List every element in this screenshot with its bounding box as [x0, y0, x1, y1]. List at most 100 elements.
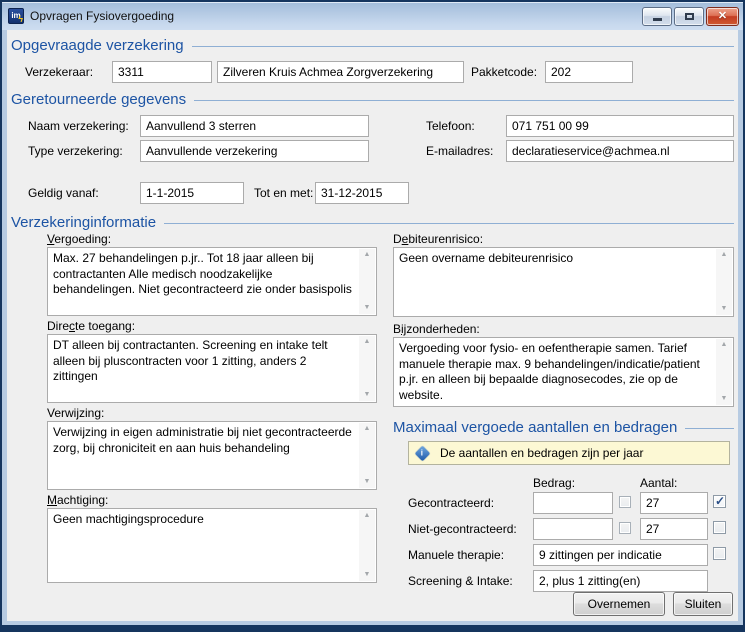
niet-gecontracteerd-aantal-checkbox[interactable] — [713, 521, 726, 534]
minimize-icon — [653, 18, 662, 21]
dialog-window: im ϟ Opvragen Fysiovergoeding ✕ Opgevraa… — [0, 0, 745, 632]
scroll-down-icon: ▼ — [364, 571, 371, 579]
manuele-therapie-label: Manuele therapie: — [408, 548, 504, 562]
scroll-up-icon: ▲ — [721, 251, 728, 259]
scroll-down-icon: ▼ — [364, 478, 371, 486]
maximize-icon — [685, 13, 694, 20]
directe-toegang-textbox[interactable]: DT alleen bij contractanten. Screening e… — [47, 334, 377, 403]
section-divider — [192, 46, 734, 47]
section-divider — [685, 428, 734, 429]
bijzonderheden-textbox[interactable]: Vergoeding voor fysio- en oefentherapie … — [393, 337, 734, 407]
scroll-down-icon: ▼ — [364, 304, 371, 312]
verzekeraar-naam-input[interactable] — [217, 61, 464, 83]
app-icon: im ϟ — [8, 8, 24, 24]
scroll-down-icon: ▼ — [721, 395, 728, 403]
section-title-geretourneerde: Geretourneerde gegevens — [11, 91, 186, 108]
scroll-up-icon: ▲ — [364, 251, 371, 259]
close-button[interactable]: ✕ — [706, 7, 739, 26]
screening-intake-input[interactable] — [533, 570, 708, 592]
pakketcode-input[interactable] — [545, 61, 633, 83]
naam-verzekering-input[interactable] — [140, 115, 369, 137]
geldig-vanaf-label: Geldig vanaf: — [28, 186, 99, 200]
machtiging-textbox[interactable]: Geen machtigingsprocedure ▲ ▼ — [47, 508, 377, 583]
scroll-up-icon: ▲ — [364, 338, 371, 346]
window-controls: ✕ — [642, 7, 739, 26]
type-verzekering-label: Type verzekering: — [28, 144, 123, 158]
maximize-button[interactable] — [674, 7, 704, 26]
gecontracteerd-aantal-input[interactable] — [640, 492, 708, 514]
geldig-vanaf-input[interactable] — [140, 182, 244, 204]
email-input[interactable] — [506, 140, 734, 162]
manuele-therapie-input[interactable] — [533, 544, 708, 566]
bedrag-column-header: Bedrag: — [533, 476, 575, 490]
scroll-down-icon: ▼ — [721, 305, 728, 313]
bijzonderheden-scrollbar[interactable]: ▲ ▼ — [716, 339, 732, 405]
verzekeraar-code-input[interactable] — [112, 61, 212, 83]
debiteurenrisico-scrollbar[interactable]: ▲ ▼ — [716, 249, 732, 315]
machtiging-label: Machtiging: — [47, 493, 108, 507]
directe-toegang-text: DT alleen bij contractanten. Screening e… — [53, 338, 354, 385]
vergoeding-text: Max. 27 behandelingen p.jr.. Tot 18 jaar… — [53, 251, 354, 298]
debiteurenrisico-text: Geen overname debiteurenrisico — [399, 251, 711, 267]
verwijzing-text: Verwijzing in eigen administratie bij ni… — [53, 425, 354, 456]
telefoon-input[interactable] — [506, 115, 734, 137]
section-title-opgevraagde: Opgevraagde verzekering — [11, 37, 184, 54]
info-icon: i — [415, 445, 431, 461]
notice-banner: i De aantallen en bedragen zijn per jaar — [408, 441, 730, 465]
aantal-column-header: Aantal: — [640, 476, 677, 490]
bijzonderheden-text: Vergoeding voor fysio- en oefentherapie … — [399, 341, 711, 403]
app-logo-bolt-icon: ϟ — [18, 15, 23, 24]
telefoon-label: Telefoon: — [426, 119, 475, 133]
section-divider — [164, 223, 734, 224]
vergoeding-textbox[interactable]: Max. 27 behandelingen p.jr.. Tot 18 jaar… — [47, 247, 377, 316]
gecontracteerd-label: Gecontracteerd: — [408, 496, 494, 510]
debiteurenrisico-textbox[interactable]: Geen overname debiteurenrisico ▲ ▼ — [393, 247, 734, 317]
scroll-up-icon: ▲ — [364, 425, 371, 433]
sluiten-button[interactable]: Sluiten — [673, 592, 733, 616]
bijzonderheden-label: Bijzonderheden: — [393, 322, 480, 336]
overnemen-button[interactable]: Overnemen — [573, 592, 665, 616]
section-title-verzekeringinformatie: Verzekeringinformatie — [11, 214, 156, 231]
verwijzing-label: Verwijzing: — [47, 406, 104, 420]
niet-gecontracteerd-label: Niet-gecontracteerd: — [408, 522, 517, 536]
pakketcode-label: Pakketcode: — [471, 65, 537, 79]
section-opgevraagde-verzekering: Opgevraagde verzekering — [11, 35, 734, 55]
scroll-down-icon: ▼ — [364, 391, 371, 399]
email-label: E-mailadres: — [426, 144, 493, 158]
verwijzing-textbox[interactable]: Verwijzing in eigen administratie bij ni… — [47, 421, 377, 490]
niet-gecontracteerd-aantal-input[interactable] — [640, 518, 708, 540]
close-icon: ✕ — [718, 11, 727, 22]
scroll-up-icon: ▲ — [721, 341, 728, 349]
niet-gecontracteerd-bedrag-input[interactable] — [533, 518, 613, 540]
verwijzing-scrollbar[interactable]: ▲ ▼ — [359, 423, 375, 488]
gecontracteerd-aantal-checkbox[interactable] — [713, 495, 726, 508]
niet-gecontracteerd-bedrag-checkbox[interactable] — [619, 522, 631, 534]
tot-en-met-label: Tot en met: — [254, 186, 313, 200]
gecontracteerd-bedrag-input[interactable] — [533, 492, 613, 514]
machtiging-scrollbar[interactable]: ▲ ▼ — [359, 510, 375, 581]
section-verzekeringinformatie: Verzekeringinformatie — [11, 212, 734, 232]
vergoeding-scrollbar[interactable]: ▲ ▼ — [359, 249, 375, 314]
naam-verzekering-label: Naam verzekering: — [28, 119, 129, 133]
titlebar[interactable]: im ϟ Opvragen Fysiovergoeding ✕ — [2, 2, 743, 30]
dialog-content: Opgevraagde verzekering Verzekeraar: Pak… — [7, 30, 738, 621]
gecontracteerd-bedrag-checkbox[interactable] — [619, 496, 631, 508]
debiteurenrisico-label: Debiteurenrisico: — [393, 232, 483, 246]
section-geretourneerde-gegevens: Geretourneerde gegevens — [11, 89, 734, 109]
machtiging-text: Geen machtigingsprocedure — [53, 512, 354, 528]
section-divider — [194, 100, 734, 101]
type-verzekering-input[interactable] — [140, 140, 369, 162]
directe-toegang-label: Directe toegang: — [47, 319, 135, 333]
vergoeding-label: Vergoeding: — [47, 232, 111, 246]
screening-intake-label: Screening & Intake: — [408, 574, 513, 588]
verzekeraar-label: Verzekeraar: — [25, 65, 93, 79]
section-maximaal-vergoede: Maximaal vergoede aantallen en bedragen — [393, 417, 734, 437]
minimize-button[interactable] — [642, 7, 672, 26]
window-title: Opvragen Fysiovergoeding — [30, 9, 642, 23]
manuele-therapie-checkbox[interactable] — [713, 547, 726, 560]
section-title-maximaal: Maximaal vergoede aantallen en bedragen — [393, 419, 677, 436]
directe-toegang-scrollbar[interactable]: ▲ ▼ — [359, 336, 375, 401]
scroll-up-icon: ▲ — [364, 512, 371, 520]
notice-text: De aantallen en bedragen zijn per jaar — [440, 446, 643, 460]
tot-en-met-input[interactable] — [315, 182, 409, 204]
